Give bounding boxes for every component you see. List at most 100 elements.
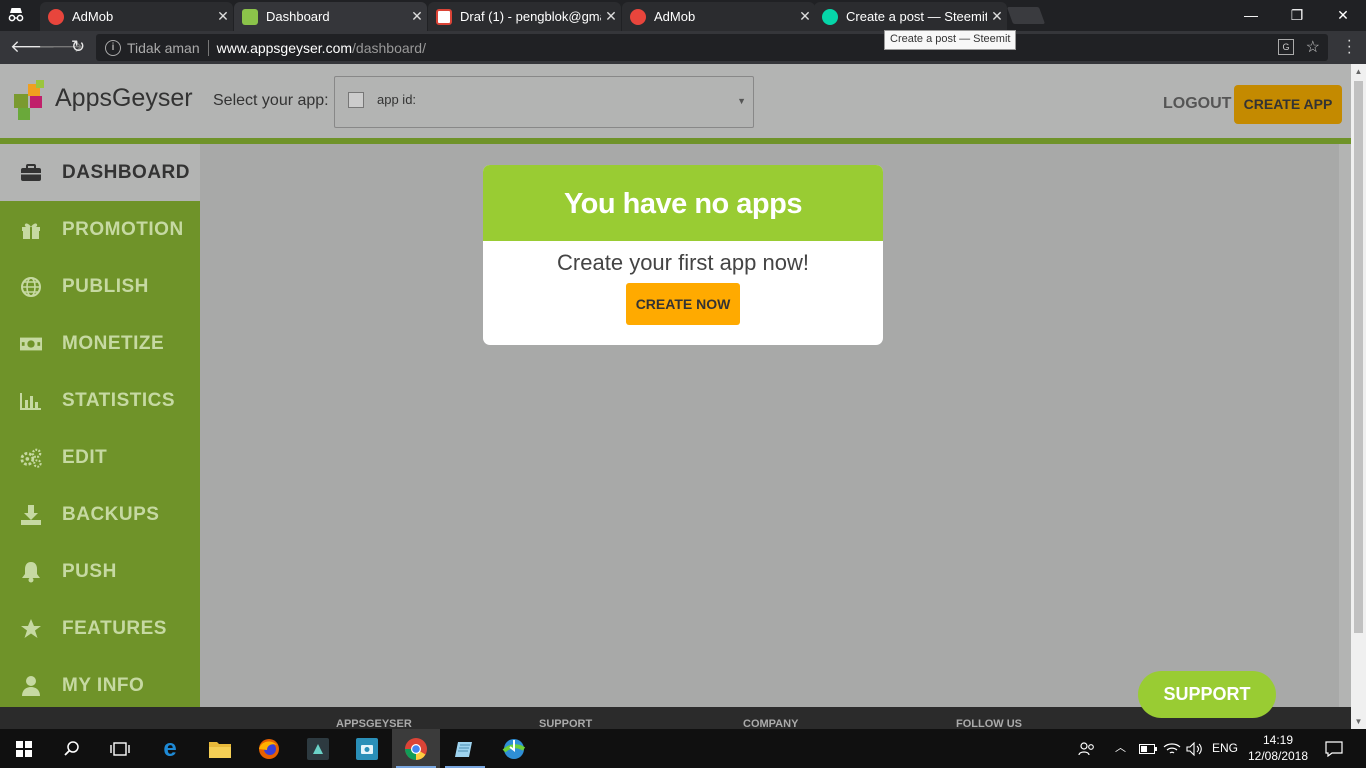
notepad-icon[interactable]	[441, 729, 489, 768]
volume-icon[interactable]	[1186, 729, 1204, 768]
logout-link[interactable]: LOGOUT	[1163, 95, 1231, 113]
tab-title: Draf (1) - pengblok@gma	[460, 9, 601, 24]
gift-icon	[20, 219, 42, 241]
bookmark-star-icon[interactable]: ☆	[1306, 37, 1320, 57]
url-host: www.appsgeyser.com	[216, 39, 353, 56]
divider	[207, 39, 209, 56]
notifications-icon[interactable]	[1325, 729, 1343, 768]
browser-tab[interactable]: Draf (1) - pengblok@gma ✕	[428, 2, 621, 31]
reload-icon[interactable]: ↻	[66, 35, 90, 59]
task-view-icon[interactable]	[96, 729, 144, 768]
wifi-icon[interactable]	[1163, 729, 1181, 768]
sidebar-item-promotion[interactable]: PROMOTION	[0, 201, 200, 258]
gmail-favicon-icon	[436, 8, 452, 25]
browser-tab[interactable]: Create a post — Steemit ✕	[814, 2, 1007, 31]
close-tab-icon[interactable]: ✕	[407, 8, 427, 25]
close-tab-icon[interactable]: ✕	[213, 8, 233, 25]
firefox-icon[interactable]	[245, 729, 293, 768]
people-icon[interactable]	[1078, 729, 1096, 768]
tab-title: AdMob	[72, 9, 114, 24]
support-button[interactable]: SUPPORT	[1138, 671, 1276, 718]
briefcase-icon	[20, 162, 42, 184]
sidebar: DASHBOARD PROMOTION PUBLISH MONETIZE STA…	[0, 144, 200, 729]
incognito-icon	[6, 5, 26, 25]
bar-chart-icon	[20, 390, 42, 412]
app-select-dropdown[interactable]: app id: ▼	[334, 76, 754, 128]
new-tab-button[interactable]	[1006, 7, 1046, 24]
sidebar-item-monetize[interactable]: MONETIZE	[0, 315, 200, 372]
close-tab-icon[interactable]: ✕	[601, 8, 621, 25]
filmora-icon[interactable]	[294, 729, 342, 768]
browser-tab[interactable]: AdMob ✕	[622, 2, 815, 31]
sidebar-item-my-info[interactable]: MY INFO	[0, 657, 200, 714]
chrome-icon[interactable]	[392, 729, 440, 768]
create-app-button[interactable]: CREATE APP	[1234, 85, 1342, 124]
sidebar-item-push[interactable]: PUSH	[0, 543, 200, 600]
translate-icon[interactable]: G	[1278, 39, 1294, 55]
no-apps-dialog: You have no apps Create your first app n…	[483, 165, 883, 345]
download-manager-icon[interactable]	[490, 729, 538, 768]
browser-menu-icon[interactable]: · · ·	[1347, 33, 1352, 61]
tab-title: AdMob	[654, 9, 696, 24]
sidebar-item-edit[interactable]: EDIT	[0, 429, 200, 486]
system-clock[interactable]: 14:19 12/08/2018	[1246, 732, 1310, 764]
windows-start-icon[interactable]	[0, 729, 48, 768]
sidebar-item-statistics[interactable]: STATISTICS	[0, 372, 200, 429]
info-icon[interactable]: i	[105, 39, 121, 56]
brand-name[interactable]: AppsGeyser	[55, 84, 193, 113]
steemit-favicon-icon	[822, 8, 838, 25]
clock-time: 14:19	[1262, 733, 1294, 747]
bell-icon	[20, 561, 42, 583]
browser-tab-active[interactable]: Dashboard ✕	[234, 2, 427, 31]
forward-arrow-icon[interactable]: 🡒	[38, 35, 84, 59]
browser-tab-strip: AdMob ✕ Dashboard ✕ Draf (1) - pengblok@…	[0, 0, 1366, 31]
site-header: AppsGeyser Select your app: app id: ▼ LO…	[0, 64, 1351, 138]
select-value: app id:	[377, 92, 417, 107]
appsgeyser-logo-icon[interactable]	[14, 80, 46, 120]
footer-heading: FOLLOW US	[956, 718, 1022, 729]
search-icon[interactable]	[48, 729, 96, 768]
scroll-down-arrow-icon[interactable]: ▼	[1351, 714, 1366, 729]
back-arrow-icon[interactable]: 🡐	[10, 35, 56, 59]
file-explorer-icon[interactable]	[196, 729, 244, 768]
sidebar-item-features[interactable]: FEATURES	[0, 600, 200, 657]
browser-toolbar: 🡐 🡒 ↻ i Tidak aman www.appsgeyser.com/da…	[0, 31, 1366, 64]
chevron-down-icon: ▼	[737, 96, 746, 106]
appsgeyser-favicon-icon	[242, 8, 258, 25]
globe-icon	[20, 276, 42, 298]
footer-heading: COMPANY	[743, 718, 799, 729]
language-indicator[interactable]: ENG	[1212, 729, 1238, 768]
close-window-button[interactable]: ✕	[1320, 4, 1366, 26]
sidebar-item-label: DASHBOARD	[62, 161, 190, 183]
close-tab-icon[interactable]: ✕	[795, 8, 815, 25]
sidebar-item-dashboard[interactable]: DASHBOARD	[0, 144, 200, 201]
close-tab-icon[interactable]: ✕	[987, 8, 1007, 25]
address-bar[interactable]: i Tidak aman www.appsgeyser.com/dashboar…	[96, 34, 1328, 61]
restore-button[interactable]: ❐	[1274, 4, 1320, 26]
screenshot-app-icon[interactable]	[343, 729, 391, 768]
clock-date: 12/08/2018	[1247, 749, 1309, 763]
minimize-button[interactable]: —	[1228, 4, 1274, 26]
scroll-up-arrow-icon[interactable]: ▲	[1351, 64, 1366, 79]
create-now-button[interactable]: CREATE NOW	[626, 283, 740, 325]
gears-icon	[20, 447, 42, 469]
scrollbar-thumb[interactable]	[1354, 81, 1363, 633]
tray-chevron-up-icon[interactable]: ︿	[1115, 729, 1126, 768]
tab-title: Create a post — Steemit	[846, 9, 987, 24]
admob-favicon-icon	[630, 8, 646, 25]
select-app-label: Select your app:	[213, 92, 329, 109]
footer-heading: APPSGEYSER	[336, 718, 412, 729]
download-icon	[20, 504, 42, 526]
dialog-title: You have no apps	[483, 165, 883, 241]
sidebar-item-publish[interactable]: PUBLISH	[0, 258, 200, 315]
sidebar-item-label: EDIT	[62, 446, 108, 468]
battery-icon[interactable]	[1139, 729, 1157, 768]
browser-tab[interactable]: AdMob ✕	[40, 2, 233, 31]
page-scrollbar[interactable]: ▲ ▼	[1351, 64, 1366, 729]
admob-favicon-icon	[48, 8, 64, 25]
edge-browser-icon[interactable]: e	[146, 729, 194, 768]
user-icon	[20, 675, 42, 697]
sidebar-item-label: STATISTICS	[62, 389, 176, 411]
sidebar-item-backups[interactable]: BACKUPS	[0, 486, 200, 543]
broken-image-icon	[348, 92, 364, 108]
